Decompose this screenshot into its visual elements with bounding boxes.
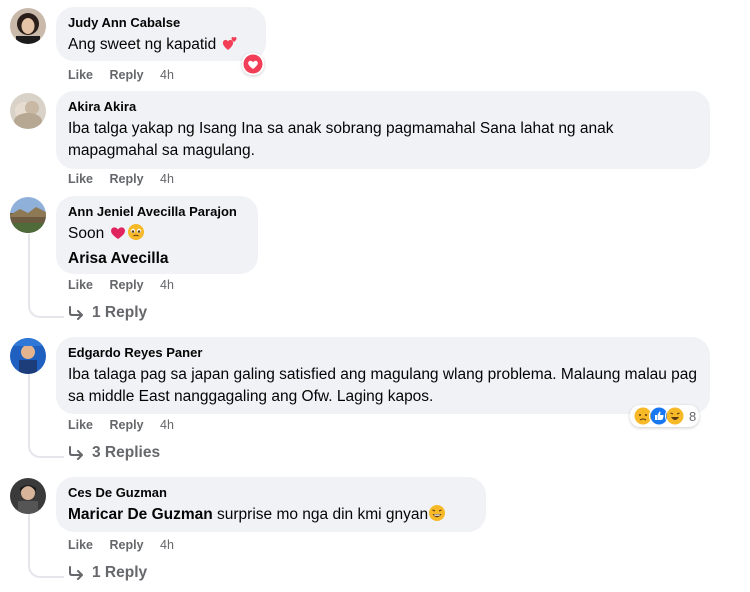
reply-arrow-icon xyxy=(69,566,83,580)
view-replies-button[interactable]: 1 Reply xyxy=(68,304,147,322)
reaction-count: 8 xyxy=(689,408,697,424)
laughing-face-emoji-icon xyxy=(428,504,446,529)
avatar[interactable] xyxy=(10,197,46,233)
comment-actions: Like Reply 4h xyxy=(68,278,187,292)
thread-curve xyxy=(28,442,64,458)
timestamp[interactable]: 4h xyxy=(160,418,174,432)
comment-bubble: Judy Ann Cabalse Ang sweet ng kapatid xyxy=(56,7,266,61)
view-replies-button[interactable]: 3 Replies xyxy=(68,444,160,462)
reply-arrow-icon xyxy=(69,306,83,320)
pleading-face-emoji-icon xyxy=(127,223,145,248)
reply-button[interactable]: Reply xyxy=(110,418,144,432)
avatar[interactable] xyxy=(10,338,46,374)
comment-actions: Like Reply 4h xyxy=(68,68,187,82)
like-button[interactable]: Like xyxy=(68,172,93,186)
like-button[interactable]: Like xyxy=(68,68,93,82)
comment-text: surprise mo nga din kmi gnyan xyxy=(212,506,429,523)
mention-link[interactable]: Arisa Avecilla xyxy=(68,250,169,267)
replies-count: 3 Replies xyxy=(92,444,161,461)
comment-author[interactable]: Akira Akira xyxy=(68,98,698,115)
comment-author[interactable]: Ann Jeniel Avecilla Parajon xyxy=(68,203,246,220)
reply-button[interactable]: Reply xyxy=(110,278,144,292)
love-icon xyxy=(243,54,263,74)
thread-line xyxy=(28,514,30,564)
comment-text: Iba talga yakap ng Isang Ina sa anak sob… xyxy=(68,120,614,159)
comment-bubble: Edgardo Reyes Paner Iba talaga pag sa ja… xyxy=(56,337,710,414)
like-button[interactable]: Like xyxy=(68,538,93,552)
comment-bubble: Akira Akira Iba talga yakap ng Isang Ina… xyxy=(56,91,710,169)
replies-count: 1 Reply xyxy=(92,564,148,581)
reply-arrow-icon xyxy=(69,446,83,460)
haha-reaction-icon xyxy=(665,406,685,426)
reply-button[interactable]: Reply xyxy=(110,172,144,186)
comment-text: Ang sweet ng kapatid xyxy=(68,36,217,53)
thread-curve xyxy=(28,562,64,578)
comment-author[interactable]: Judy Ann Cabalse xyxy=(68,14,254,31)
timestamp[interactable]: 4h xyxy=(160,538,174,552)
timestamp[interactable]: 4h xyxy=(160,68,174,82)
comment-actions: Like Reply 4h xyxy=(68,418,187,432)
avatar[interactable] xyxy=(10,478,46,514)
avatar[interactable] xyxy=(10,8,46,44)
avatar[interactable] xyxy=(10,93,46,129)
reactions-summary[interactable]: 8 xyxy=(630,405,700,427)
thread-line xyxy=(28,234,30,304)
comment-bubble: Ces De Guzman Maricar De Guzman surprise… xyxy=(56,477,486,532)
like-button[interactable]: Like xyxy=(68,418,93,432)
timestamp[interactable]: 4h xyxy=(160,172,174,186)
thread-curve xyxy=(28,302,64,318)
two-hearts-emoji-icon xyxy=(221,34,239,59)
like-button[interactable]: Like xyxy=(68,278,93,292)
comment-actions: Like Reply 4h xyxy=(68,172,187,186)
reply-button[interactable]: Reply xyxy=(110,68,144,82)
love-reaction[interactable] xyxy=(242,53,264,75)
mention-link[interactable]: Maricar De Guzman xyxy=(68,506,213,523)
comment-author[interactable]: Ces De Guzman xyxy=(68,484,474,501)
comment-author[interactable]: Edgardo Reyes Paner xyxy=(68,344,698,361)
comment-actions: Like Reply 4h xyxy=(68,538,187,552)
thread-line xyxy=(28,374,30,444)
heart-emoji-icon xyxy=(109,223,127,248)
comment-bubble: Ann Jeniel Avecilla Parajon Soon Arisa A… xyxy=(56,196,258,274)
reply-button[interactable]: Reply xyxy=(110,538,144,552)
view-replies-button[interactable]: 1 Reply xyxy=(68,564,147,582)
comment-text: Iba talaga pag sa japan galing satisfied… xyxy=(68,366,698,405)
replies-count: 1 Reply xyxy=(92,304,148,321)
timestamp[interactable]: 4h xyxy=(160,278,174,292)
comment-text: Soon xyxy=(68,225,105,242)
